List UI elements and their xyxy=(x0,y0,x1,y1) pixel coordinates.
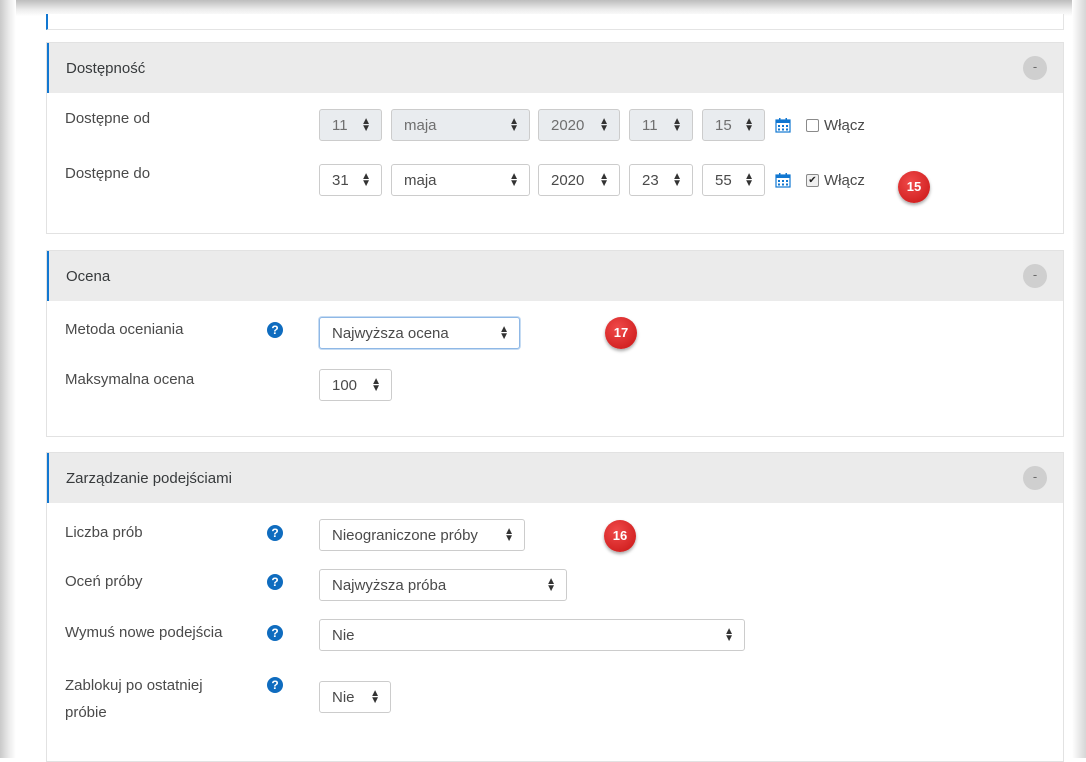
calendar-icon[interactable] xyxy=(775,117,791,133)
select-value: 55 xyxy=(715,171,732,189)
sort-arrows-icon: ▲ ▼ xyxy=(599,116,609,134)
minus-circle-icon[interactable]: - xyxy=(1023,264,1047,288)
section-dostepnosc: Dostępność - Dostępne od 11 ▲ ▼ maja ▲ ▼ 2… xyxy=(46,42,1064,234)
question-circle-icon[interactable]: ? xyxy=(267,625,283,641)
available-from-enable-checkbox[interactable] xyxy=(806,119,819,132)
grading-method-select[interactable]: Najwyższa ocena ▲ ▼ xyxy=(319,317,520,349)
available-from-label: Dostępne od xyxy=(65,110,151,127)
available-to-label: Dostępne do xyxy=(65,165,151,182)
max-grade-label: Maksymalna ocena xyxy=(65,371,195,388)
sort-arrows-icon: ▲ ▼ xyxy=(724,626,734,644)
shadow-right xyxy=(1072,0,1086,758)
select-value: maja xyxy=(404,116,437,134)
section-title: Zarządzanie podejściami xyxy=(66,469,232,487)
max-grade-select[interactable]: 100 ▲ ▼ xyxy=(319,369,392,401)
grade-attempts-label: Oceń próby xyxy=(65,573,143,590)
calendar-icon[interactable] xyxy=(775,172,791,188)
sort-arrows-icon: ▲ ▼ xyxy=(672,116,682,134)
sort-arrows-icon: ▲ ▼ xyxy=(599,171,609,189)
question-circle-icon[interactable]: ? xyxy=(267,677,283,693)
available-from-day-select[interactable]: 11 ▲ ▼ xyxy=(319,109,382,141)
select-value: 11 xyxy=(332,116,348,134)
force-new-attempts-select[interactable]: Nie ▲ ▼ xyxy=(319,619,745,651)
select-value: 2020 xyxy=(551,116,585,134)
minus-circle-icon[interactable]: - xyxy=(1023,466,1047,490)
select-value: 11 xyxy=(642,116,658,134)
select-value: 15 xyxy=(715,116,732,134)
select-value: 31 xyxy=(332,171,349,189)
grade-attempts-select[interactable]: Najwyższa próba ▲ ▼ xyxy=(319,569,567,601)
sort-arrows-icon: ▲ ▼ xyxy=(504,526,514,544)
available-to-year-select[interactable]: 2020 ▲ ▼ xyxy=(538,164,620,196)
section-ocena: Ocena - Metoda oceniania ? Najwyższa oce… xyxy=(46,250,1064,437)
callout-badge-17: 17 xyxy=(605,317,637,349)
section-podejscia: Zarządzanie podejściami - Liczba prób ? … xyxy=(46,452,1064,762)
sort-arrows-icon: ▲ ▼ xyxy=(509,116,519,134)
available-to-enable-checkbox[interactable]: ✔ xyxy=(806,174,819,187)
grading-method-label: Metoda oceniania xyxy=(65,321,184,338)
select-value: 23 xyxy=(642,171,659,189)
lock-after-last-label-line2: próbie xyxy=(65,704,107,721)
sort-arrows-icon: ▲ ▼ xyxy=(361,171,371,189)
section-title: Ocena xyxy=(66,267,111,285)
section-title: Dostępność xyxy=(66,59,146,77)
sort-arrows-icon: ▲ ▼ xyxy=(361,116,371,134)
available-to-month-select[interactable]: maja ▲ ▼ xyxy=(391,164,530,196)
sort-arrows-icon: ▲ ▼ xyxy=(371,376,381,394)
force-new-attempts-label: Wymuś nowe podejścia xyxy=(65,624,223,641)
select-value: 100 xyxy=(332,376,358,394)
available-to-hour-select[interactable]: 23 ▲ ▼ xyxy=(629,164,693,196)
available-to-day-select[interactable]: 31 ▲ ▼ xyxy=(319,164,382,196)
available-to-enable-label: Włącz xyxy=(824,172,865,189)
sort-arrows-icon: ▲ ▼ xyxy=(370,688,380,706)
sort-arrows-icon: ▲ ▼ xyxy=(672,171,682,189)
sort-arrows-icon: ▲ ▼ xyxy=(546,576,556,594)
available-from-month-select[interactable]: maja ▲ ▼ xyxy=(391,109,530,141)
select-value: Najwyższa ocena xyxy=(332,324,449,342)
lock-after-last-label-line1: Zablokuj po ostatniej xyxy=(65,677,203,694)
select-value: maja xyxy=(404,171,437,189)
question-circle-icon[interactable]: ? xyxy=(267,525,283,541)
available-to-minute-select[interactable]: 55 ▲ ▼ xyxy=(702,164,765,196)
attempts-label: Liczba prób xyxy=(65,524,143,541)
sort-arrows-icon: ▲ ▼ xyxy=(744,116,754,134)
attempts-select[interactable]: Nieograniczone próby ▲ ▼ xyxy=(319,519,525,551)
minus-circle-icon[interactable]: - xyxy=(1023,56,1047,80)
available-from-enable-label: Włącz xyxy=(824,117,865,134)
section-header-ocena[interactable]: Ocena - xyxy=(47,251,1063,301)
section-header-dostepnosc[interactable]: Dostępność - xyxy=(47,43,1063,93)
callout-badge-16: 16 xyxy=(604,520,636,552)
section-header-podejscia[interactable]: Zarządzanie podejściami - xyxy=(47,453,1063,503)
select-value: Nieograniczone próby xyxy=(332,526,478,544)
question-circle-icon[interactable]: ? xyxy=(267,322,283,338)
select-value: Nie xyxy=(332,688,355,706)
lock-after-last-select[interactable]: Nie ▲ ▼ xyxy=(319,681,391,713)
select-value: 2020 xyxy=(551,171,585,189)
sort-arrows-icon: ▲ ▼ xyxy=(744,171,754,189)
select-value: Nie xyxy=(332,626,355,644)
question-circle-icon[interactable]: ? xyxy=(267,574,283,590)
page-frame: Dostępność - Dostępne od 11 ▲ ▼ maja ▲ ▼ 2… xyxy=(0,0,1086,762)
available-from-hour-select[interactable]: 11 ▲ ▼ xyxy=(629,109,693,141)
sort-arrows-icon: ▲ ▼ xyxy=(499,324,509,342)
previous-section-stub xyxy=(46,14,1064,30)
available-from-minute-select[interactable]: 15 ▲ ▼ xyxy=(702,109,765,141)
sort-arrows-icon: ▲ ▼ xyxy=(509,171,519,189)
shadow-left xyxy=(0,0,16,758)
callout-badge-15: 15 xyxy=(898,171,930,203)
available-from-year-select[interactable]: 2020 ▲ ▼ xyxy=(538,109,620,141)
select-value: Najwyższa próba xyxy=(332,576,447,594)
